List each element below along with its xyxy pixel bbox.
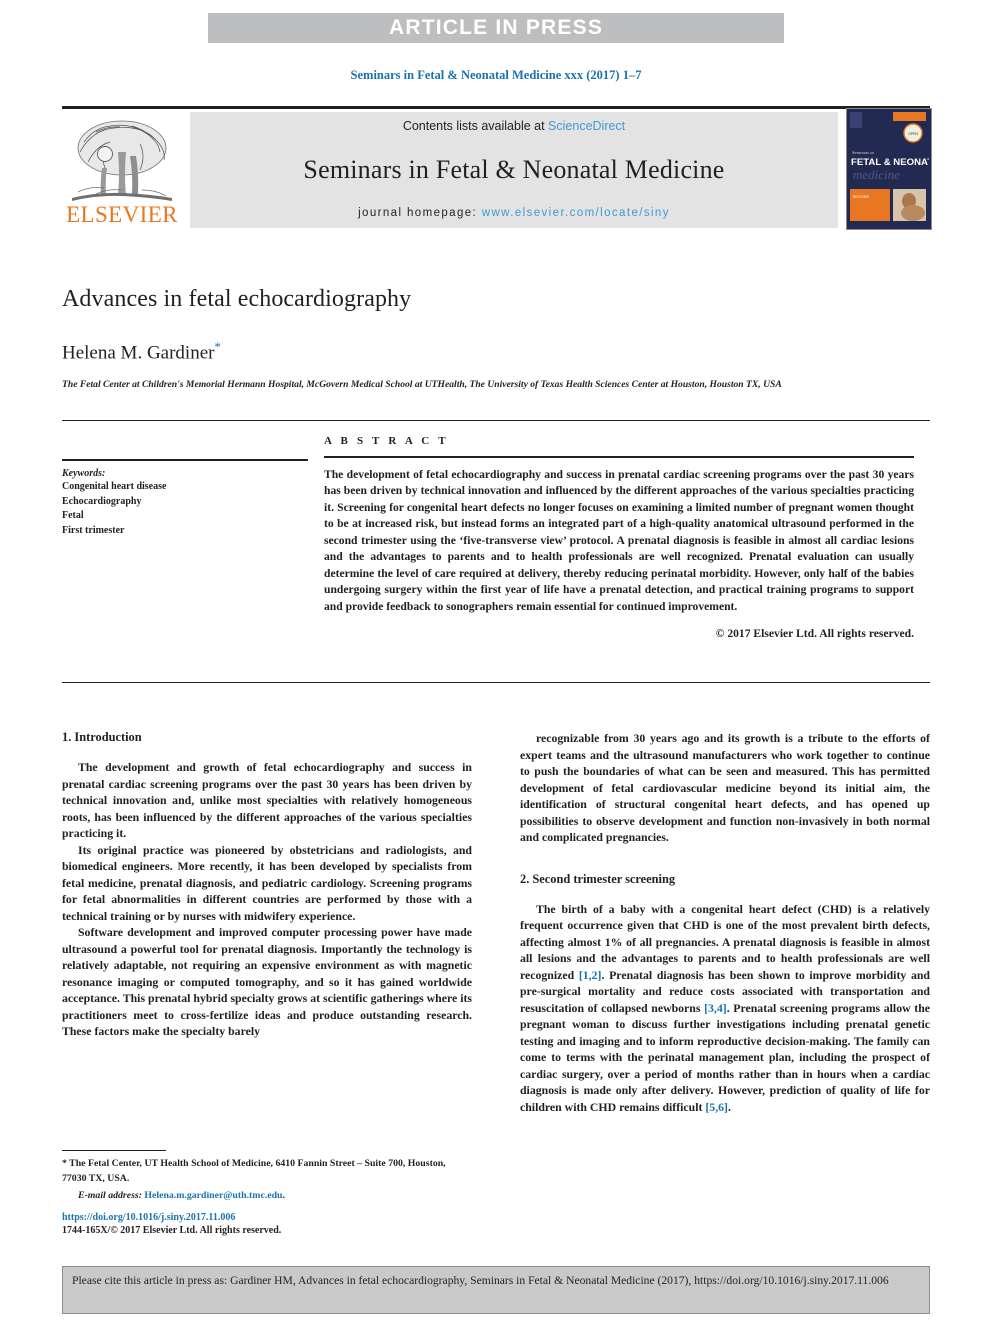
email-period: .: [282, 1190, 285, 1202]
abstract-copyright: © 2017 Elsevier Ltd. All rights reserved…: [715, 627, 914, 641]
email-label: E-mail address:: [78, 1190, 142, 1202]
header-top-rule: [62, 106, 930, 109]
abstract-rule: [324, 456, 914, 458]
doi-block: https://doi.org/10.1016/j.siny.2017.11.0…: [62, 1212, 472, 1236]
article-in-press-label: ARTICLE IN PRESS: [388, 16, 604, 39]
section-heading-second-trimester: 2. Second trimester screening: [520, 871, 676, 886]
citation-link[interactable]: [3,4]: [704, 1001, 727, 1015]
svg-text:OPEN: OPEN: [908, 132, 918, 136]
journal-title: Seminars in Fetal & Neonatal Medicine: [303, 155, 725, 184]
author-affiliation: The Fetal Center at Children's Memorial …: [62, 379, 782, 391]
abstract-block: A B S T R A C T The development of fetal…: [324, 435, 914, 640]
doi-link[interactable]: https://doi.org/10.1016/j.siny.2017.11.0…: [62, 1212, 472, 1223]
citation-link[interactable]: [1,2]: [579, 968, 602, 982]
page-title: Advances in fetal echocardiography: [62, 286, 412, 312]
article-in-press-banner: ARTICLE IN PRESS: [208, 13, 784, 43]
paragraph-part: . Prenatal screening programs allow the …: [520, 1000, 930, 1114]
journal-cover-art: OPEN Seminars in FETAL & NEONATAL medici…: [847, 109, 931, 227]
abstract-bottom-rule: [62, 682, 930, 683]
contents-line: Contents lists available at ScienceDirec…: [403, 119, 625, 133]
body-column-right: recognizable from 30 years ago and its g…: [520, 730, 930, 1115]
section-heading-introduction: 1. Introduction: [62, 730, 142, 744]
author-correspondence-marker[interactable]: *: [214, 339, 221, 354]
paragraph: Its original practice was pioneered by o…: [62, 842, 472, 923]
issn-copyright-line: 1744-165X/© 2017 Elsevier Ltd. All right…: [62, 1225, 282, 1236]
body-column-left: 1. Introduction The development and grow…: [62, 730, 472, 1040]
correspondence-footnote: * The Fetal Center, UT Health School of …: [62, 1150, 472, 1204]
abstract-section: Keywords: Congenital heart disease Echoc…: [62, 420, 930, 683]
keywords-rule: [62, 459, 308, 461]
paragraph: The development and growth of fetal echo…: [62, 760, 472, 841]
elsevier-wordmark: ELSEVIER: [66, 202, 178, 227]
keywords-heading: Keywords:: [62, 468, 106, 479]
keyword-item: Congenital heart disease: [62, 481, 167, 492]
footnote-address-text: The Fetal Center, UT Health School of Me…: [62, 1158, 446, 1184]
cite-this-article-box: Please cite this article in press as: Ga…: [62, 1266, 930, 1314]
paragraph-continuation: recognizable from 30 years ago and its g…: [520, 731, 930, 845]
citation-link[interactable]: [5,6]: [705, 1100, 728, 1114]
paragraph-part: .: [727, 1099, 731, 1114]
keyword-item: First trimester: [62, 524, 125, 536]
svg-text:EDITORS: EDITORS: [853, 195, 870, 199]
footnote-address: * The Fetal Center, UT Health School of …: [62, 1157, 472, 1186]
elsevier-tree-icon: ELSEVIER: [66, 120, 178, 227]
homepage-url-link[interactable]: www.elsevier.com/locate/siny: [482, 207, 670, 219]
keyword-item: Fetal: [62, 510, 84, 521]
footnote-email-line: E-mail address: Helena.m.gardiner@uth.tm…: [62, 1189, 472, 1204]
contents-prefix: Contents lists available at: [402, 119, 549, 133]
cover-line3: medicine: [853, 167, 900, 182]
footnote-rule: [62, 1150, 166, 1151]
author-label: Helena M. Gardiner: [62, 342, 215, 364]
journal-header: ELSEVIER Contents lists available at Sci…: [62, 106, 932, 230]
homepage-label: journal homepage:: [358, 207, 482, 219]
journal-banner: Contents lists available at ScienceDirec…: [190, 112, 838, 228]
abstract-label: A B S T R A C T: [324, 435, 449, 447]
email-link[interactable]: Helena.m.gardiner@uth.tmc.edu: [144, 1190, 282, 1201]
journal-cover-thumbnail: OPEN Seminars in FETAL & NEONATAL medici…: [846, 108, 932, 230]
abstract-text: The development of fetal echocardiograph…: [324, 468, 914, 613]
keyword-item: Echocardiography: [62, 495, 142, 507]
elsevier-logo: ELSEVIER: [62, 112, 182, 228]
keywords-block: Keywords: Congenital heart disease Echoc…: [62, 435, 324, 640]
journal-homepage-line: journal homepage: www.elsevier.com/locat…: [358, 207, 670, 219]
sciencedirect-link[interactable]: ScienceDirect: [548, 119, 625, 133]
paragraph: Software development and improved comput…: [62, 925, 472, 1039]
running-head: Seminars in Fetal & Neonatal Medicine xx…: [350, 68, 642, 82]
cite-this-article-text: Please cite this article in press as: Ga…: [72, 1274, 889, 1287]
cover-line1: Seminars in: [852, 150, 875, 155]
author-name: Helena M. Gardiner*: [62, 339, 930, 364]
paragraph: The birth of a baby with a congenital he…: [520, 901, 930, 1116]
article-title-block: Advances in fetal echocardiography Helen…: [62, 286, 930, 393]
